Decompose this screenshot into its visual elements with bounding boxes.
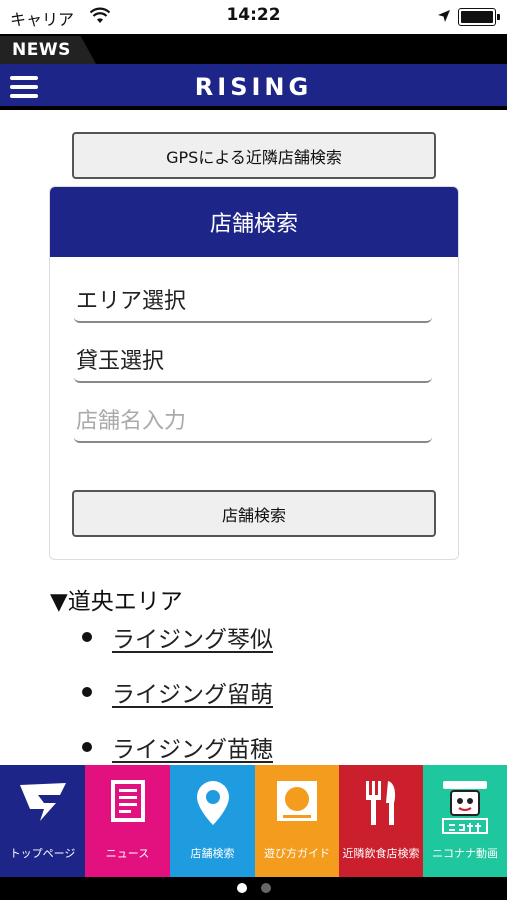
tab-label: トップページ xyxy=(9,847,76,860)
tab-label: ニュース xyxy=(105,847,150,860)
clock: 14:22 xyxy=(226,5,281,25)
page-indicator xyxy=(0,877,507,900)
nikonana-icon xyxy=(442,781,488,834)
store-name-input[interactable]: 店舗名入力 xyxy=(74,403,432,443)
store-search-button[interactable]: 店舗検索 xyxy=(72,490,436,537)
store-link[interactable]: ライジング琴似 xyxy=(112,627,273,653)
store-list: ライジング琴似 ライジング留萌 ライジング苗穂 xyxy=(82,620,273,785)
app-logo: RISING xyxy=(194,73,313,101)
guide-icon xyxy=(277,781,317,821)
location-arrow-icon xyxy=(438,10,450,22)
bottom-tab-bar: トップページ ニュース 店舗検索 遊び方ガイド 近隣飲食店検索 ニコナナ動画 xyxy=(0,765,507,877)
tab-label: 遊び方ガイド xyxy=(264,847,330,860)
store-link[interactable]: ライジング苗穂 xyxy=(112,737,273,763)
app-header: RISING xyxy=(0,64,507,110)
logo-icon xyxy=(19,783,66,821)
area-select[interactable]: エリア選択 xyxy=(74,283,432,323)
store-list-item: ライジング留萌 xyxy=(82,675,273,730)
tab-nikonana-video[interactable]: ニコナナ動画 xyxy=(423,765,507,877)
page-dot[interactable] xyxy=(261,883,271,893)
news-label: NEWS xyxy=(12,40,71,60)
battery-icon xyxy=(458,8,500,26)
news-icon xyxy=(110,780,145,822)
tab-label: 近隣飲食店検索 xyxy=(342,847,420,860)
tab-label: 店舗検索 xyxy=(190,847,235,860)
tab-label: ニコナナ動画 xyxy=(432,847,498,860)
tab-store-search[interactable]: 店舗検索 xyxy=(170,765,255,877)
store-search-card: 店舗検索 エリア選択 貸玉選択 店舗名入力 店舗検索 xyxy=(49,186,459,560)
area-heading: ▼道央エリア xyxy=(50,589,183,615)
tab-news[interactable]: ニュース xyxy=(85,765,170,877)
store-link[interactable]: ライジング留萌 xyxy=(112,682,273,708)
news-tab[interactable]: NEWS xyxy=(0,36,96,64)
tab-top-page[interactable]: トップページ xyxy=(0,765,85,877)
search-card-title: 店舗検索 xyxy=(50,187,458,257)
fork-knife-icon xyxy=(366,781,396,825)
location-pin-icon xyxy=(196,781,229,825)
news-bar: NEWS xyxy=(0,34,507,64)
store-list-item: ライジング琴似 xyxy=(82,620,273,675)
status-bar: キャリア 14:22 xyxy=(0,0,507,34)
tab-nearby-restaurant[interactable]: 近隣飲食店検索 xyxy=(339,765,423,877)
gps-nearby-search-button[interactable]: GPSによる近隣店舗検索 xyxy=(72,132,436,179)
page-dot-active[interactable] xyxy=(237,883,247,893)
ball-rate-select[interactable]: 貸玉選択 xyxy=(74,343,432,383)
tab-play-guide[interactable]: 遊び方ガイド xyxy=(255,765,339,877)
